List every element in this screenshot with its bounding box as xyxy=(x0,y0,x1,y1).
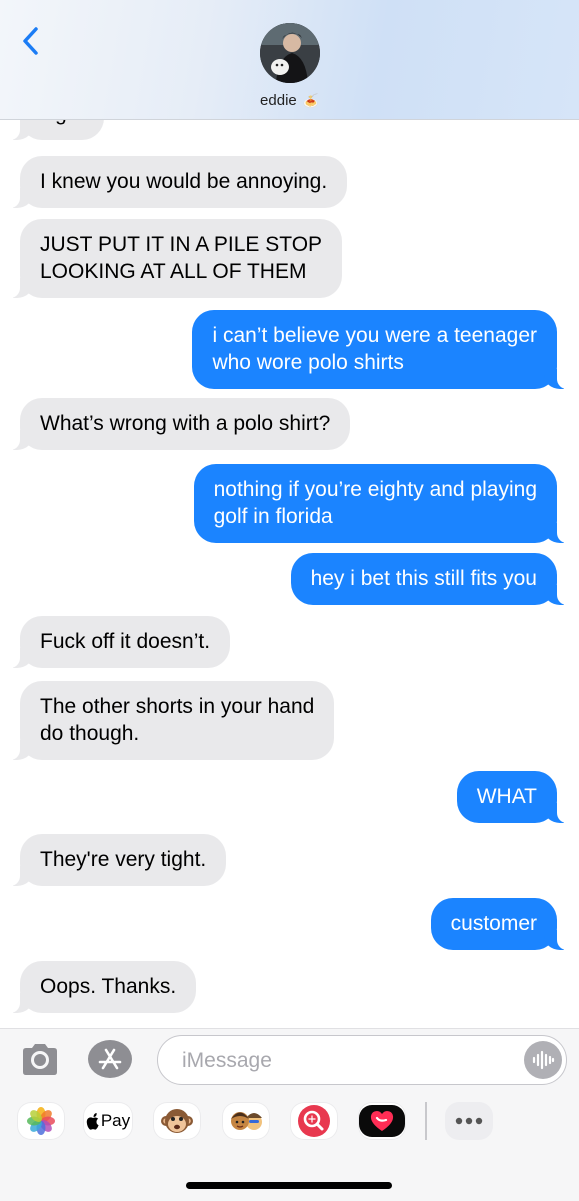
spaghetti-emoji-icon: 🍝 xyxy=(302,93,319,108)
message-incoming[interactable]: Oops. Thanks. xyxy=(9,961,197,1013)
avatar-photo xyxy=(260,23,320,83)
app-store-icon xyxy=(98,1048,122,1070)
apple-pay-icon: Pay xyxy=(86,1111,130,1131)
apple-pay-label: Pay xyxy=(100,1111,131,1130)
memoji-icon xyxy=(231,1112,262,1130)
app-store-button[interactable] xyxy=(88,1040,132,1078)
home-indicator[interactable] xyxy=(186,1182,392,1189)
message-incoming[interactable]: What’s wrong with a polo shirt? xyxy=(9,398,351,450)
message-list: Ugh. I knew you would be annoying. JUST … xyxy=(0,0,579,1028)
contact-name[interactable]: eddie 🍝 xyxy=(0,92,579,109)
more-apps-button[interactable] xyxy=(445,1102,493,1140)
apple-logo-icon xyxy=(86,1112,99,1130)
audio-message-button[interactable] xyxy=(524,1041,562,1079)
camera-icon xyxy=(23,1044,57,1075)
photos-icon xyxy=(27,1107,55,1135)
back-button[interactable] xyxy=(14,22,46,60)
digital-touch-app-button[interactable] xyxy=(358,1102,406,1140)
message-outgoing[interactable]: i can’t believe you were a teenager who … xyxy=(192,310,567,389)
message-incoming[interactable]: I knew you would be annoying. xyxy=(9,156,348,208)
apple-pay-button[interactable]: Pay xyxy=(83,1102,133,1140)
message-incoming[interactable]: They're very tight. xyxy=(9,834,227,886)
photos-app-button[interactable] xyxy=(17,1102,65,1140)
chevron-left-icon xyxy=(23,27,38,55)
contact-name-label: eddie xyxy=(260,92,297,109)
more-icon xyxy=(455,1117,483,1125)
message-incoming[interactable]: JUST PUT IT IN A PILE STOP LOOKING AT AL… xyxy=(9,219,343,298)
message-outgoing[interactable]: WHAT xyxy=(456,771,568,823)
conversation-header: eddie 🍝 xyxy=(0,0,579,120)
message-incoming[interactable]: The other shorts in your hand do though. xyxy=(9,681,335,760)
waveform-icon xyxy=(532,1050,555,1070)
search-images-icon xyxy=(298,1105,330,1137)
monkey-emoji-icon xyxy=(161,1109,193,1133)
imessage-field[interactable] xyxy=(157,1035,567,1085)
animoji-app-button[interactable] xyxy=(153,1102,201,1140)
camera-button[interactable] xyxy=(20,1041,60,1077)
memoji-app-button[interactable] xyxy=(222,1102,270,1140)
message-outgoing[interactable]: nothing if you’re eighty and playing gol… xyxy=(193,464,568,543)
app-drawer-divider xyxy=(425,1102,427,1140)
image-search-app-button[interactable] xyxy=(290,1102,338,1140)
message-incoming[interactable]: Fuck off it doesn’t. xyxy=(9,616,231,668)
message-input[interactable] xyxy=(180,1046,514,1076)
message-outgoing[interactable]: customer xyxy=(430,898,568,950)
message-outgoing[interactable]: hey i bet this still fits you xyxy=(290,553,568,605)
digital-touch-icon xyxy=(359,1105,405,1137)
contact-avatar[interactable] xyxy=(260,23,320,83)
